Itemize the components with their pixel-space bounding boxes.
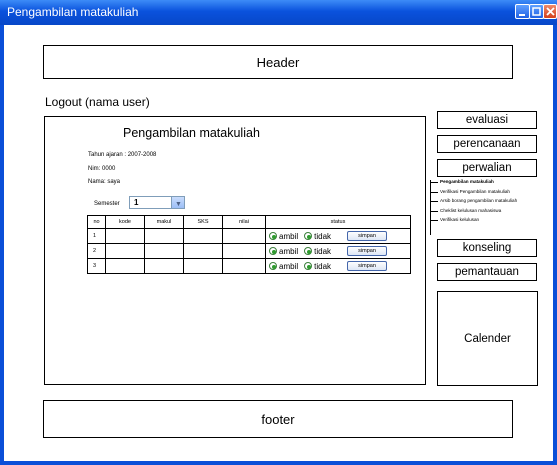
ambil-label: ambil: [279, 231, 299, 241]
ambil-radio[interactable]: [269, 232, 277, 240]
kode-cell: [105, 228, 145, 244]
simpan-button[interactable]: simpan: [347, 231, 388, 241]
tidak-radio[interactable]: [304, 262, 313, 270]
nav-perencanaan-label: perencanaan: [453, 138, 521, 150]
tidak-radio[interactable]: [304, 247, 313, 255]
close-button[interactable]: [543, 4, 557, 19]
nilai-cell: [222, 243, 266, 259]
status-cell: ambil tidak simpan: [265, 258, 411, 274]
minimize-icon: [519, 14, 525, 16]
nav-perencanaan[interactable]: perencanaan: [437, 135, 537, 153]
nav-perwalian[interactable]: perwalian: [437, 159, 537, 177]
nim-text: Nim: 0000: [88, 166, 116, 172]
semester-label: Semester: [94, 201, 120, 207]
sks-cell: [183, 243, 223, 259]
row-number: 2: [87, 243, 106, 259]
nav-konseling-label: konseling: [462, 242, 512, 254]
semester-select[interactable]: 1 ▼: [129, 196, 185, 209]
academic-year-text: Tahun ajaran : 2007-2008: [88, 152, 157, 158]
name-text: Nama: saya: [88, 179, 121, 185]
ambil-radio[interactable]: [269, 262, 277, 270]
makul-cell: [144, 258, 184, 274]
course-table: no kode makul SKS nilai status 1 ambil ti…: [87, 215, 411, 274]
semester-value: 1: [134, 198, 139, 207]
tidak-label: tidak: [314, 231, 332, 241]
footer-panel: footer: [43, 400, 513, 438]
row-number: 1: [87, 228, 106, 244]
column-header-sks: SKS: [183, 215, 223, 229]
simpan-button[interactable]: simpan: [347, 261, 388, 271]
logout-link[interactable]: Logout (nama user): [45, 95, 150, 109]
maximize-button[interactable]: [529, 4, 544, 19]
header-panel: Header: [43, 45, 513, 79]
close-icon: [546, 7, 555, 16]
column-header-nilai: nilai: [222, 215, 266, 229]
perwalian-submenu: Pengambilan matakuliah Verifikasi Pengam…: [430, 177, 550, 235]
submenu-item-verifikasi-kelulusan[interactable]: Verifikasi kelulusan: [430, 215, 550, 225]
table-row: 2 ambil tidak simpan: [87, 243, 411, 259]
nilai-cell: [222, 228, 266, 244]
nav-perwalian-label: perwalian: [462, 162, 512, 174]
makul-cell: [144, 243, 184, 259]
ambil-label: ambil: [279, 246, 299, 256]
dropdown-button[interactable]: ▼: [171, 197, 184, 208]
nilai-cell: [222, 258, 266, 274]
title-bar: Pengambilan matakuliah: [0, 0, 557, 25]
chevron-down-icon: ▼: [175, 201, 182, 208]
kode-cell: [105, 258, 145, 274]
column-header-makul: makul: [144, 215, 184, 229]
table-row: 1 ambil tidak simpan: [87, 228, 411, 244]
table-row: 3 ambil tidak simpan: [87, 258, 411, 274]
tidak-label: tidak: [314, 261, 332, 271]
simpan-button[interactable]: simpan: [347, 246, 388, 256]
page-title: Pengambilan matakuliah: [123, 126, 260, 140]
status-cell: ambil tidak simpan: [265, 243, 411, 259]
column-header-no: no: [87, 215, 106, 229]
submenu-item-arsib-borang[interactable]: Arsib borang pengambilan matakuliah: [430, 196, 550, 206]
sks-cell: [183, 258, 223, 274]
nav-konseling[interactable]: konseling: [437, 239, 537, 257]
calendar-panel[interactable]: Calender: [437, 291, 538, 386]
nav-pemantauan-label: pemantauan: [455, 266, 519, 278]
nav-pemantauan[interactable]: pemantauan: [437, 263, 537, 281]
makul-cell: [144, 228, 184, 244]
sks-cell: [183, 228, 223, 244]
ambil-radio[interactable]: [269, 247, 277, 255]
tidak-label: tidak: [314, 246, 332, 256]
status-cell: ambil tidak simpan: [265, 228, 411, 244]
maximize-icon: [532, 7, 541, 16]
kode-cell: [105, 243, 145, 259]
nav-evaluasi-label: evaluasi: [465, 114, 509, 126]
row-number: 3: [87, 258, 106, 274]
footer-label: footer: [261, 411, 295, 427]
ambil-label: ambil: [279, 261, 299, 271]
tidak-radio[interactable]: [304, 232, 313, 240]
submenu-item-verifikasi-pengambilan[interactable]: Verifikasi Pengambilan matakuliah: [430, 187, 550, 197]
minimize-button[interactable]: [515, 4, 530, 19]
header-label: Header: [256, 54, 300, 70]
window-title: Pengambilan matakuliah: [7, 5, 139, 19]
submenu-item-pengambilan[interactable]: Pengambilan matakuliah: [430, 177, 550, 187]
table-header-row: no kode makul SKS nilai status: [87, 215, 411, 229]
nav-evaluasi[interactable]: evaluasi: [437, 111, 537, 129]
column-header-status: status: [265, 215, 411, 229]
submenu-item-cheklist-kelulusan[interactable]: Cheklist kelulusan mahasiswa: [430, 206, 550, 216]
calendar-label: Calender: [464, 332, 511, 345]
column-header-kode: kode: [105, 215, 145, 229]
